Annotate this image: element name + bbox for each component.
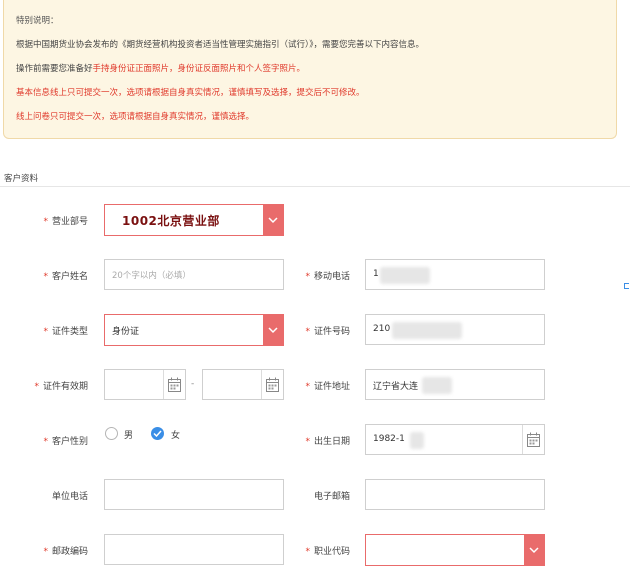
edge-bracket-mark — [624, 283, 629, 289]
validity-start-picker[interactable] — [163, 370, 185, 399]
customer-name-input[interactable]: 20个字以内（必填） — [104, 259, 284, 290]
mobile-input[interactable]: 1 — [365, 259, 545, 290]
notice-line-2-highlight: 手持身份证正面照片，身份证反面照片和个人签字照片。 — [92, 64, 306, 74]
department-select[interactable]: 1002北京营业部 — [104, 204, 284, 236]
customer-name-placeholder: 20个字以内（必填） — [112, 271, 191, 281]
postal-code-label: * 邮政编码 — [43, 547, 88, 557]
mobile-redaction — [380, 267, 430, 284]
birth-date-picker[interactable] — [522, 425, 544, 454]
department-label: * 营业部号 — [43, 217, 88, 227]
id-validity-end-input[interactable] — [202, 369, 284, 400]
section-divider — [0, 186, 630, 187]
id-validity-start-input[interactable] — [104, 369, 186, 400]
birth-date-redaction — [410, 432, 424, 449]
calendar-icon — [266, 377, 279, 392]
gender-label: * 客户性别 — [43, 437, 88, 447]
notice-line-2-prefix: 操作前需要您准备好 — [16, 64, 93, 74]
notice-line-1: 根据中国期货业协会发布的《期货经营机构投资者适当性管理实施指引（试行）》，需要您… — [16, 40, 425, 50]
id-type-select[interactable]: 身份证 — [104, 314, 284, 346]
validity-separator: - — [191, 379, 195, 389]
department-caret[interactable] — [263, 205, 283, 235]
gender-male-label[interactable]: 男 — [124, 428, 133, 441]
email-input[interactable] — [365, 479, 545, 510]
customer-name-label: * 客户姓名 — [43, 272, 88, 282]
gender-female-label[interactable]: 女 — [171, 428, 180, 441]
chevron-down-icon — [268, 217, 278, 224]
calendar-icon — [527, 432, 540, 447]
email-label: 电子邮箱 — [313, 492, 350, 502]
mobile-label: * 移动电话 — [305, 272, 350, 282]
validity-end-picker[interactable] — [261, 370, 283, 399]
job-code-label: * 职业代码 — [305, 547, 350, 557]
id-validity-label: * 证件有效期 — [34, 382, 88, 392]
chevron-down-icon — [529, 547, 539, 554]
check-icon — [153, 430, 162, 437]
id-number-value: 210 — [373, 324, 391, 334]
id-type-caret[interactable] — [263, 315, 283, 345]
id-address-redaction — [422, 377, 452, 394]
notice-line-3: 基本信息线上只可提交一次，选项请根据自身真实情况，谨慎填写及选择，提交后不可修改… — [16, 88, 365, 98]
chevron-down-icon — [268, 327, 278, 334]
id-number-input[interactable]: 210 — [365, 314, 545, 345]
notice-panel: 特别说明： 根据中国期货业协会发布的《期货经营机构投资者适当性管理实施指引（试行… — [3, 0, 617, 139]
id-type-label: * 证件类型 — [43, 327, 88, 337]
work-phone-label: 单位电话 — [51, 492, 88, 502]
notice-title: 特别说明： — [16, 16, 59, 26]
mobile-value: 1 — [373, 269, 379, 279]
department-value: 1002北京营业部 — [122, 214, 220, 228]
id-number-label: * 证件号码 — [305, 327, 350, 337]
id-address-input[interactable]: 辽宁省大连 — [365, 369, 545, 400]
birth-date-value: 1982-1 — [373, 434, 405, 444]
gender-male-radio[interactable] — [105, 427, 118, 440]
id-type-value: 身份证 — [112, 327, 140, 337]
calendar-icon — [168, 377, 181, 392]
section-title: 客户资料 — [4, 174, 39, 184]
postal-code-input[interactable] — [104, 534, 284, 565]
job-code-caret[interactable] — [524, 535, 544, 565]
work-phone-input[interactable] — [104, 479, 284, 510]
gender-female-radio[interactable] — [151, 427, 164, 440]
birth-date-input[interactable]: 1982-1 — [365, 424, 545, 455]
notice-line-2: 操作前需要您准备好手持身份证正面照片，身份证反面照片和个人签字照片。 — [16, 62, 305, 74]
id-address-label: * 证件地址 — [305, 382, 350, 392]
notice-line-4: 线上问卷只可提交一次，选项请根据自身真实情况，谨慎选择。 — [16, 112, 255, 122]
id-address-value: 辽宁省大连 — [373, 382, 419, 392]
birth-date-label: * 出生日期 — [305, 437, 350, 447]
job-code-select[interactable] — [365, 534, 545, 566]
id-number-redaction — [392, 322, 462, 339]
